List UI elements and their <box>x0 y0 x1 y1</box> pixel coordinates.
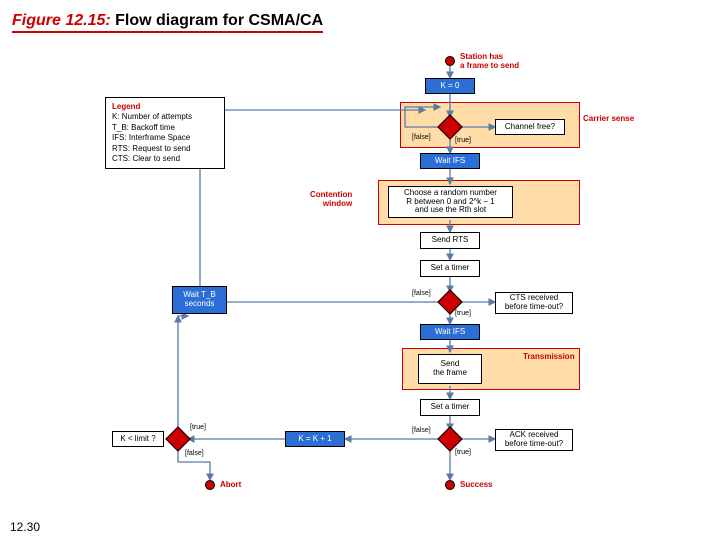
k0-text: K = 0 <box>441 82 460 91</box>
figure-number: Figure 12.15: <box>12 12 111 29</box>
ack-true: [true] <box>455 449 471 456</box>
klimit-true: [true] <box>190 424 206 431</box>
box-cts: CTS received before time-out? <box>495 292 573 314</box>
box-channel-free: Channel free? <box>495 119 565 135</box>
abort-label: Abort <box>220 480 241 489</box>
flow-diagram: Station has a frame to send K = 0 Carrie… <box>0 42 720 522</box>
wait-tb-text: Wait T_B seconds <box>183 291 215 309</box>
figure-caption: Flow diagram for CSMA/CA <box>111 12 323 29</box>
abort-dot <box>205 480 215 490</box>
box-k-inc: K = K + 1 <box>285 431 345 447</box>
contention-label: Contention window <box>310 190 352 208</box>
send-frame-text: Send the frame <box>433 360 467 378</box>
legend-heading: Legend <box>112 102 218 112</box>
timer1-text: Set a timer <box>431 264 470 273</box>
ack-false: [false] <box>412 427 431 434</box>
transmission-label: Transmission <box>523 352 575 361</box>
box-wait-ifs-2: Wait IFS <box>420 324 480 340</box>
legend-l1: K: Number of attempts <box>112 112 218 122</box>
box-wait-ifs-1: Wait IFS <box>420 153 480 169</box>
klimit-false: [false] <box>185 450 204 457</box>
ack-text: ACK received before time-out? <box>505 431 563 449</box>
success-label: Success <box>460 480 492 489</box>
cts-false: [false] <box>412 290 431 297</box>
page-footer: 12.30 <box>10 520 40 534</box>
start-dot <box>445 56 455 66</box>
wait-ifs2-text: Wait IFS <box>435 328 465 337</box>
legend-l2: T_B: Backoff time <box>112 123 218 133</box>
box-timer-2: Set a timer <box>420 399 480 416</box>
figure-title: Figure 12.15: Flow diagram for CSMA/CA <box>12 12 323 33</box>
carrier-sense-label: Carrier sense <box>583 114 634 123</box>
legend-l5: CTS: Clear to send <box>112 154 218 164</box>
legend-l3: IFS: Interframe Space <box>112 133 218 143</box>
timer2-text: Set a timer <box>431 403 470 412</box>
cts-text: CTS received before time-out? <box>505 294 563 312</box>
box-send-frame: Send the frame <box>418 354 482 384</box>
box-contention: Choose a random number R between 0 and 2… <box>388 186 513 218</box>
contention-text: Choose a random number R between 0 and 2… <box>404 189 497 215</box>
box-wait-tb: Wait T_B seconds <box>172 286 227 314</box>
box-ack: ACK received before time-out? <box>495 429 573 451</box>
kinc-text: K = K + 1 <box>298 435 331 444</box>
wait-ifs1-text: Wait IFS <box>435 157 465 166</box>
cf-true: [true] <box>455 137 471 144</box>
box-k-limit: K < limit ? <box>112 431 164 447</box>
cts-true: [true] <box>455 310 471 317</box>
legend-box: Legend K: Number of attempts T_B: Backof… <box>105 97 225 169</box>
klimit-text: K < limit ? <box>120 435 155 444</box>
legend-l4: RTS: Request to send <box>112 144 218 154</box>
start-label: Station has a frame to send <box>460 52 519 70</box>
channel-free-text: Channel free? <box>505 123 555 132</box>
success-dot <box>445 480 455 490</box>
box-timer-1: Set a timer <box>420 260 480 277</box>
rts-text: Send RTS <box>432 236 469 245</box>
box-send-rts: Send RTS <box>420 232 480 249</box>
cf-false: [false] <box>412 134 431 141</box>
box-k0: K = 0 <box>425 78 475 94</box>
